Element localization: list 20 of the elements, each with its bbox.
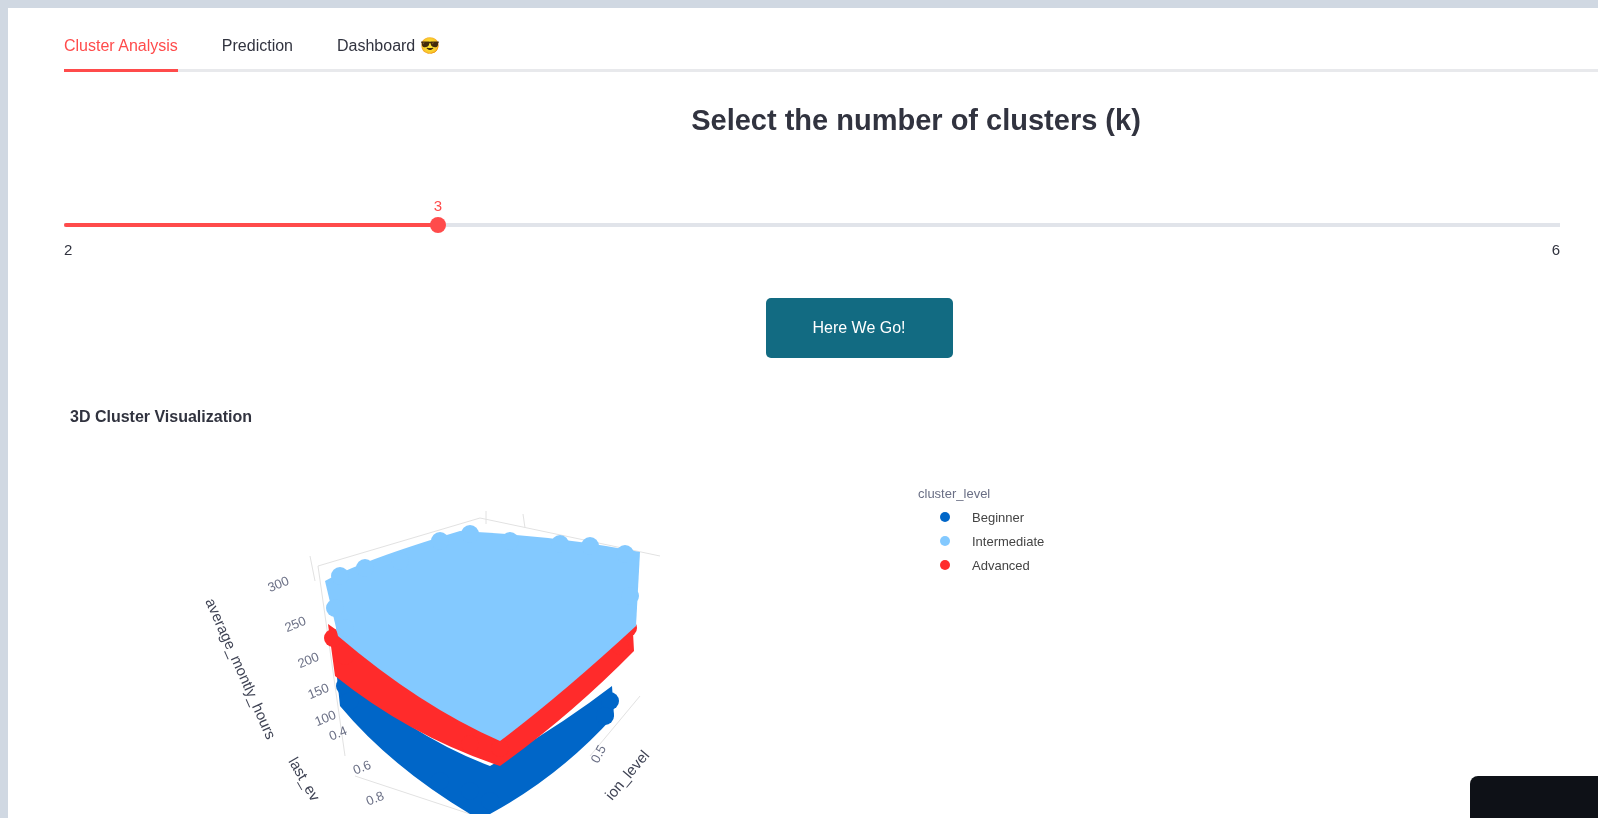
axis-tick-label: 200 — [295, 648, 322, 671]
axis-tick-label: 250 — [282, 612, 309, 635]
axis-tick-label: 150 — [305, 679, 332, 702]
axis-tick-label: 0.6 — [350, 756, 374, 778]
legend-label: Beginner — [972, 509, 1025, 525]
run-button[interactable]: Here We Go! — [765, 298, 953, 358]
section-heading: Select the number of clusters (k) — [690, 104, 1142, 137]
axis-tick-label: 300 — [265, 572, 292, 595]
slider-max-label: 6 — [1551, 241, 1560, 258]
axis-tick-label: 0.5 — [587, 742, 610, 766]
chart-title: 3D Cluster Visualization — [70, 408, 253, 426]
slider-thumb[interactable] — [430, 217, 446, 233]
slider-value: 3 — [433, 197, 443, 214]
legend-label: Intermediate — [972, 533, 1045, 549]
legend-label: Advanced — [972, 557, 1030, 573]
legend-title: cluster_level — [918, 486, 992, 501]
tab[interactable]: Prediction — [221, 32, 293, 72]
tab[interactable]: Dashboard 😎 — [337, 32, 440, 72]
slider-min-label: 2 — [64, 241, 73, 258]
axis-tick-label: 0.8 — [363, 787, 387, 809]
